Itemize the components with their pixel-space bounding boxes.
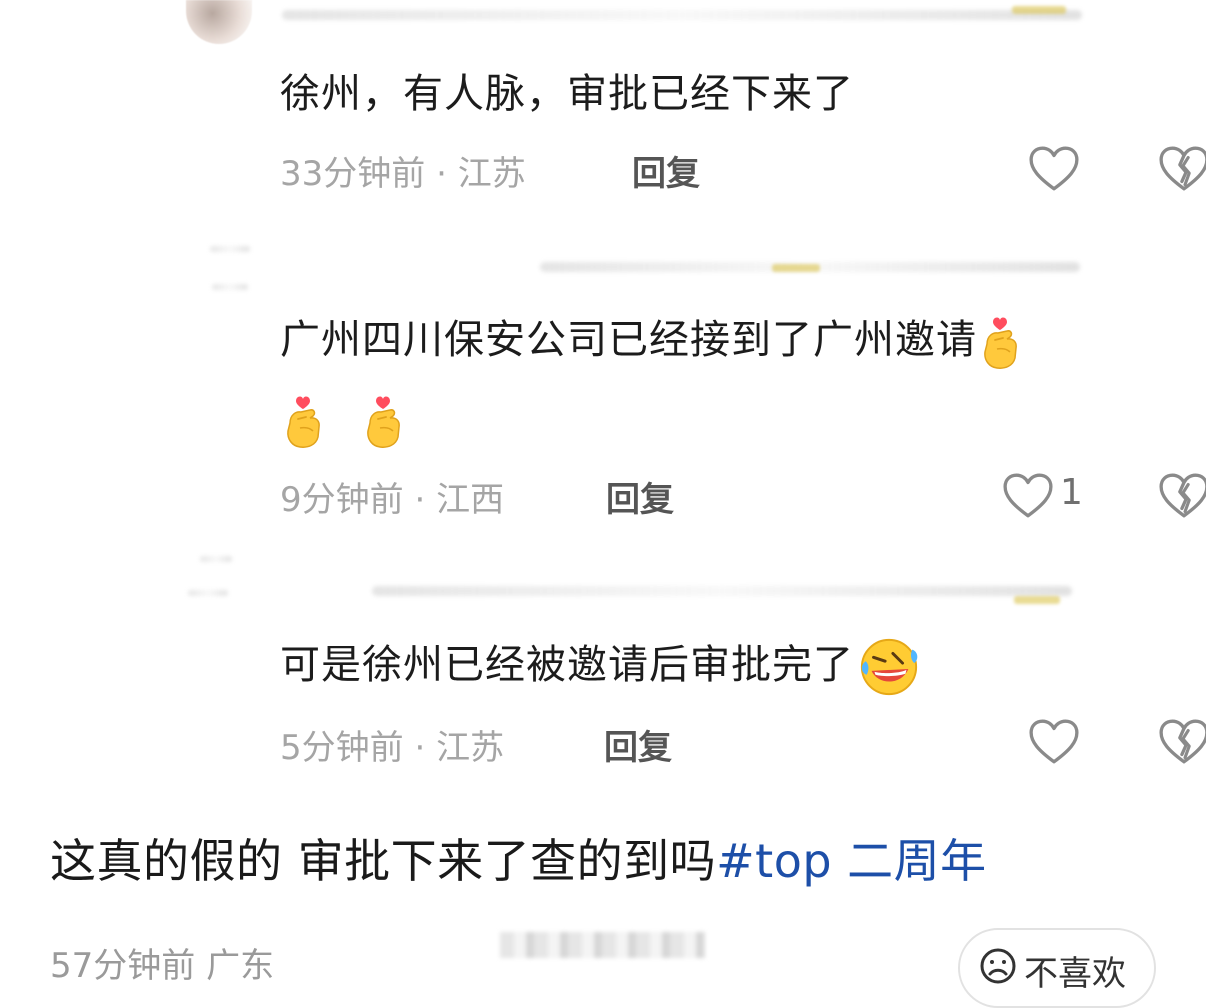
post-caption: 这真的假的 审批下来了查的到吗#top 二周年 — [50, 830, 987, 892]
blurred-username — [188, 590, 228, 596]
finger-heart-emoji — [977, 314, 1023, 370]
meta-separator: · — [414, 728, 437, 768]
blurred-username — [212, 284, 248, 290]
comment-text: 广州四川保安公司已经接到了广州邀请 — [280, 312, 1150, 454]
post-time: 57分钟前 — [50, 946, 196, 986]
blurred-username — [372, 586, 1072, 596]
finger-heart-emoji — [280, 393, 326, 449]
comment-time: 5分钟前 — [280, 728, 404, 768]
heart-outline-icon[interactable] — [1028, 145, 1080, 193]
heart-outline-icon[interactable] — [1028, 718, 1080, 766]
comment-text-content: 可是徐州已经被邀请后审批完了 — [280, 642, 854, 688]
reply-button[interactable]: 回复 — [606, 472, 674, 521]
comment-text-content: 广州四川保安公司已经接到了广州邀请 — [280, 317, 977, 363]
comment-location: 江西 — [436, 480, 505, 520]
comment-meta: 33分钟前 · 江苏 — [280, 146, 526, 195]
sad-face-icon — [978, 946, 1018, 986]
comment-time: 9分钟前 — [280, 480, 404, 520]
reply-button[interactable]: 回复 — [632, 146, 700, 195]
comment-location: 江苏 — [457, 154, 526, 194]
broken-heart-icon[interactable] — [1158, 472, 1206, 520]
dislike-button[interactable]: 不喜欢 — [958, 928, 1156, 1008]
blurred-username — [282, 10, 1082, 20]
finger-heart-emoji — [360, 393, 406, 449]
meta-separator: · — [414, 480, 437, 520]
reply-button[interactable]: 回复 — [604, 720, 672, 769]
comment-text: 可是徐州已经被邀请后审批完了 — [280, 636, 920, 698]
comment-text: 徐州，有人脉，审批已经下来了 — [280, 71, 854, 117]
comment-location: 江苏 — [436, 728, 505, 768]
comment-meta: 5分钟前 · 江苏 — [280, 720, 504, 769]
post-location: 广东 — [206, 946, 275, 986]
heart-outline-icon[interactable] — [1002, 472, 1054, 520]
blurred-badge — [1014, 596, 1060, 604]
broken-heart-icon[interactable] — [1158, 145, 1206, 193]
meta-separator: · — [436, 154, 458, 194]
avatar[interactable] — [186, 0, 252, 44]
blurred-info — [500, 932, 705, 958]
post-meta: 57分钟前 广东 — [50, 938, 274, 987]
blurred-badge — [1012, 6, 1066, 14]
like-count: 1 — [1060, 472, 1083, 513]
rolling-laughing-emoji — [858, 636, 920, 698]
comment-meta: 9分钟前 · 江西 — [280, 472, 504, 521]
blurred-username — [200, 556, 232, 562]
blurred-username — [210, 246, 250, 252]
broken-heart-icon[interactable] — [1158, 718, 1206, 766]
comment-time: 33分钟前 — [280, 154, 426, 194]
post-caption-text: 这真的假的 审批下来了查的到吗 — [50, 834, 717, 888]
dislike-label: 不喜欢 — [1024, 954, 1126, 994]
hashtag-link[interactable]: #top 二周年 — [716, 834, 987, 888]
blurred-badge — [772, 264, 820, 272]
